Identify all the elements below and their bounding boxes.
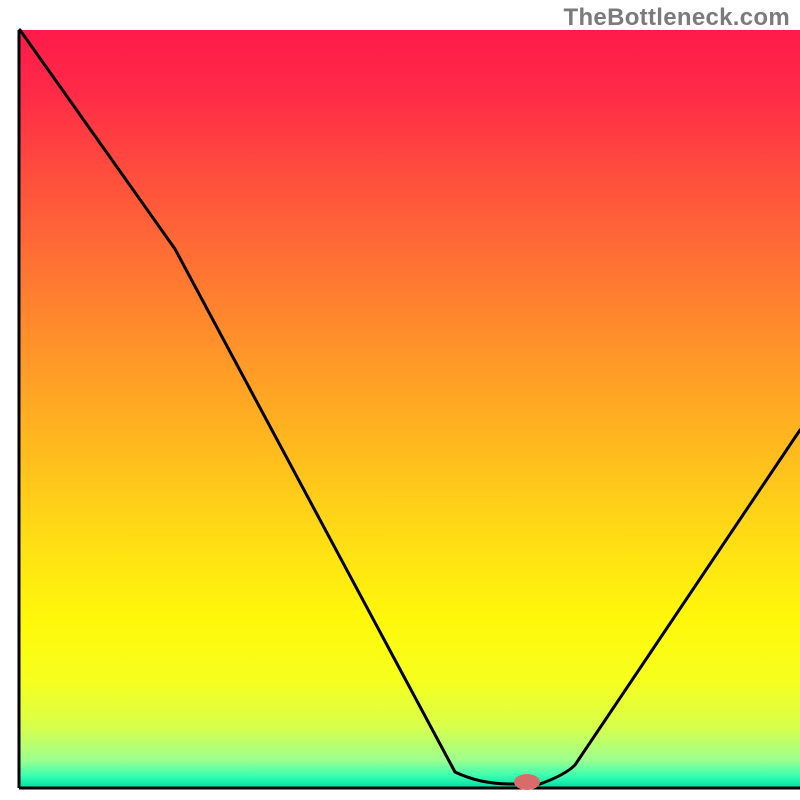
plot-background: [21, 30, 800, 787]
chart-container: { "watermark": "TheBottleneck.com", "axe…: [0, 0, 800, 800]
optimal-marker: [514, 774, 540, 790]
chart-svg: [0, 0, 800, 800]
watermark-text: TheBottleneck.com: [564, 4, 790, 32]
